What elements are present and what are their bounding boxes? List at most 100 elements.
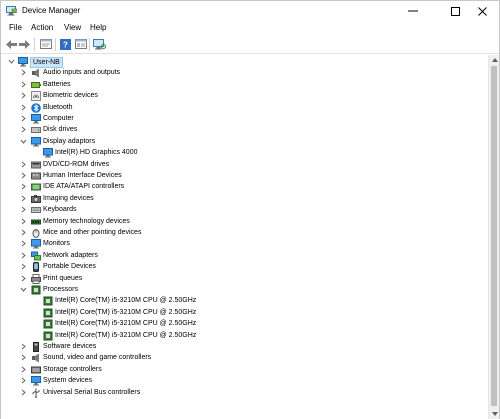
- tree-category-row[interactable]: Audio inputs and outputs: [1, 67, 488, 78]
- fingerprint-icon: [31, 91, 41, 102]
- toolbar-separator: [89, 38, 90, 51]
- forward-button[interactable]: [18, 38, 31, 50]
- vertical-scrollbar[interactable]: [488, 55, 499, 419]
- expand-chevron-right-icon[interactable]: [20, 218, 27, 225]
- tree-category-row[interactable]: Display adaptors: [1, 136, 488, 147]
- help-button[interactable]: ?: [59, 38, 72, 50]
- computer-icon: [18, 57, 28, 67]
- tree-category-row[interactable]: Universal Serial Bus controllers: [1, 387, 488, 398]
- tree-category-row[interactable]: Batteries: [1, 79, 488, 90]
- expand-chevron-right-icon[interactable]: [20, 252, 27, 259]
- scroll-thumb[interactable]: [491, 66, 497, 406]
- tree-category-label: Network adapters: [43, 251, 98, 259]
- tree-root-node[interactable]: User-NB: [1, 56, 488, 68]
- tree-category-label: Sound, video and game controllers: [43, 354, 152, 362]
- expand-chevron-right-icon[interactable]: [20, 126, 27, 133]
- view-list-button[interactable]: [74, 38, 87, 50]
- tree-device-row[interactable]: Intel(R) Core(TM) i5-3210M CPU @ 2.50GHz: [1, 307, 488, 318]
- expand-chevron-right-icon[interactable]: [20, 366, 27, 373]
- expand-chevron-right-icon[interactable]: [20, 81, 27, 88]
- expand-chevron-right-icon[interactable]: [20, 104, 27, 111]
- tree-category-row[interactable]: Monitors: [1, 238, 488, 249]
- tree-category-row[interactable]: Storage controllers: [1, 364, 488, 375]
- camera-icon: [31, 194, 41, 203]
- minimize-button[interactable]: [396, 1, 430, 21]
- maximize-icon: [450, 6, 460, 16]
- scroll-down-arrow-icon: [491, 412, 498, 416]
- tree-device-row[interactable]: Intel(R) Core(TM) i5-3210M CPU @ 2.50GHz: [1, 295, 488, 306]
- tree-device-label: Intel(R) Core(TM) i5-3210M CPU @ 2.50GHz: [55, 331, 197, 339]
- speaker-icon: [32, 68, 39, 78]
- expand-chevron-right-icon[interactable]: [20, 275, 27, 282]
- memory-icon: [31, 219, 41, 225]
- collapse-chevron-down-icon[interactable]: [20, 286, 27, 293]
- expand-chevron-right-icon[interactable]: [20, 377, 27, 384]
- tree-category-row[interactable]: Software devices: [1, 341, 488, 352]
- expand-chevron-right-icon[interactable]: [20, 115, 27, 122]
- title-bar[interactable]: Device Manager: [1, 1, 499, 21]
- expand-chevron-right-icon[interactable]: [20, 195, 27, 202]
- tree-device-row[interactable]: Intel(R) Core(TM) i5-3210M CPU @ 2.50GHz: [1, 330, 488, 341]
- expand-chevron-right-icon[interactable]: [20, 92, 27, 99]
- monitor-icon: [31, 239, 41, 249]
- expand-chevron-right-icon[interactable]: [20, 229, 27, 236]
- tree-category-row[interactable]: Sound, video and game controllers: [1, 352, 488, 363]
- tree-category-label: Display adaptors: [43, 137, 96, 145]
- tree-category-row[interactable]: Processors: [1, 284, 488, 295]
- tree-category-row[interactable]: DVD/CD-ROM drives: [1, 159, 488, 170]
- device-manager-app-icon: [6, 6, 17, 16]
- expand-chevron-right-icon[interactable]: [20, 263, 27, 270]
- collapse-chevron-down-icon[interactable]: [20, 138, 27, 145]
- expand-chevron-right-icon[interactable]: [20, 206, 27, 213]
- tree-category-row[interactable]: Bluetooth: [1, 102, 488, 113]
- processor-icon: [31, 285, 41, 295]
- expand-chevron-right-icon[interactable]: [20, 161, 27, 168]
- properties-button[interactable]: [39, 38, 52, 50]
- portable-device-icon: [33, 262, 39, 273]
- scroll-up-button[interactable]: [489, 55, 500, 65]
- tree-category-row[interactable]: Memory technology devices: [1, 216, 488, 227]
- scroll-down-button[interactable]: [489, 409, 500, 419]
- tree-category-row[interactable]: Mice and other pointing devices: [1, 227, 488, 238]
- close-button[interactable]: [465, 1, 499, 21]
- expand-chevron-right-icon[interactable]: [20, 172, 27, 179]
- tree-category-row[interactable]: Portable Devices: [1, 261, 488, 273]
- keyboard-icon: [31, 207, 41, 214]
- tree-category-row[interactable]: IDE ATA/ATAPI controllers: [1, 181, 488, 192]
- tree-device-row[interactable]: Intel(R) Core(TM) i5-3210M CPU @ 2.50GHz: [1, 318, 488, 329]
- help-icon: ?: [60, 38, 71, 50]
- expand-chevron-right-icon[interactable]: [20, 389, 27, 396]
- menu-file[interactable]: File: [9, 23, 22, 33]
- tree-category-label: Software devices: [43, 343, 97, 350]
- tree-category-row[interactable]: System devices: [1, 375, 488, 386]
- scan-hardware-button[interactable]: [93, 38, 106, 50]
- tree-category-label: Human Interface Devices: [43, 172, 122, 179]
- tree-category-label: Batteries: [43, 80, 71, 88]
- menu-help[interactable]: Help: [90, 23, 106, 33]
- expand-chevron-right-icon[interactable]: [20, 69, 27, 76]
- menu-action[interactable]: Action: [31, 23, 53, 33]
- tree-category-row[interactable]: Keyboards: [1, 204, 488, 215]
- tree-category-row[interactable]: Imaging devices: [1, 193, 488, 204]
- monitor-icon: [31, 136, 41, 147]
- back-button[interactable]: [5, 38, 18, 50]
- battery-icon: [31, 81, 41, 88]
- tree-category-row[interactable]: Human Interface Devices: [1, 170, 488, 181]
- tree-device-label: Intel(R) Core(TM) i5-3210M CPU @ 2.50GHz: [55, 308, 197, 316]
- expand-chevron-right-icon[interactable]: [20, 354, 27, 361]
- tree-category-label: DVD/CD-ROM drives: [43, 160, 110, 168]
- menu-view[interactable]: View: [64, 23, 81, 33]
- tree-category-row[interactable]: Disk drives: [1, 124, 488, 135]
- expand-chevron-right-icon[interactable]: [20, 183, 27, 190]
- tree-category-row[interactable]: Print queues: [1, 273, 488, 284]
- tree-category-row[interactable]: Biometric devices: [1, 90, 488, 102]
- expand-chevron-down-icon[interactable]: [8, 58, 15, 65]
- tree-category-row[interactable]: Network adapters: [1, 250, 488, 261]
- tree-category-label: Monitors: [43, 240, 70, 248]
- window-title: Device Manager: [22, 6, 81, 15]
- tree-device-row[interactable]: Intel(R) HD Graphics 4000: [1, 147, 488, 158]
- optical-drive-icon: [31, 161, 41, 169]
- expand-chevron-right-icon[interactable]: [20, 343, 27, 350]
- expand-chevron-right-icon[interactable]: [20, 240, 27, 247]
- tree-category-row[interactable]: Computer: [1, 113, 488, 124]
